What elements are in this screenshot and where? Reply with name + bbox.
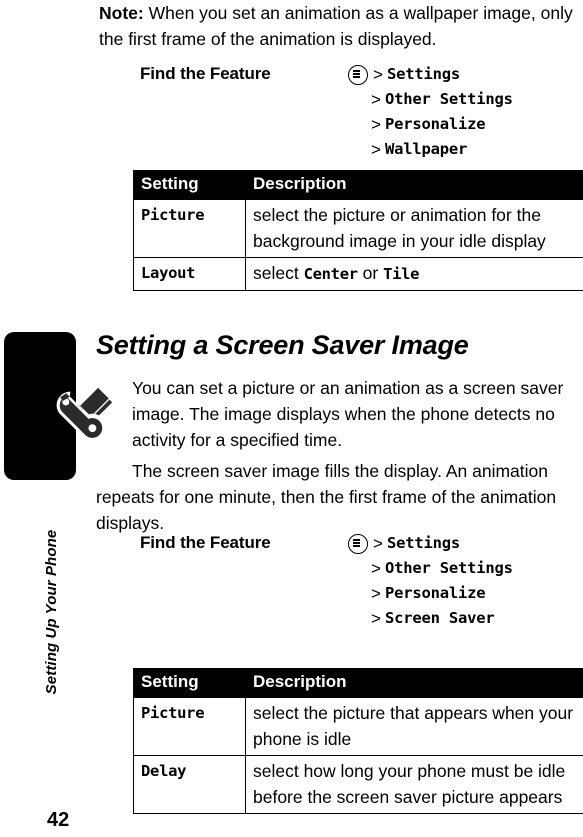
menu-path-item[interactable]: Other Settings [385, 556, 513, 581]
table-header-row: Setting Description [133, 170, 583, 200]
description-conjunction: or [357, 263, 384, 283]
body-paragraph-2: The screen saver image fills the display… [96, 460, 557, 533]
note-paragraph: Note: When you set an animation as a wal… [99, 0, 577, 52]
column-header-setting: Setting [133, 668, 246, 698]
menu-path-item[interactable]: Settings [387, 531, 460, 556]
setting-description: select the picture or animation for the … [245, 199, 583, 258]
note-text: When you set an animation as a wallpaper… [99, 3, 573, 49]
menu-path-row: > Settings [348, 62, 583, 87]
path-separator: > [373, 534, 383, 553]
chapter-running-head: Setting Up Your Phone [43, 529, 60, 695]
menu-path-row: > Personalize [348, 112, 583, 137]
setting-description: select the picture that appears when you… [245, 697, 583, 756]
menu-path-item[interactable]: Other Settings [385, 87, 513, 112]
menu-path-item[interactable]: Screen Saver [385, 606, 495, 631]
menu-path-item[interactable]: Wallpaper [385, 137, 467, 162]
screensaver-settings-table: Setting Description Picture select the p… [133, 668, 583, 814]
column-header-description: Description [245, 170, 583, 200]
description-option: Tile [383, 265, 420, 283]
menu-path-wallpaper: > Settings > Other Settings > Personaliz… [348, 62, 583, 162]
menu-path-item[interactable]: Settings [387, 62, 460, 87]
path-separator: > [371, 559, 381, 578]
setting-name: Delay [133, 755, 246, 814]
menu-path-screensaver: > Settings > Other Settings > Personaliz… [348, 531, 583, 631]
path-separator: > [373, 65, 383, 84]
menu-path-item[interactable]: Personalize [385, 112, 486, 137]
path-separator: > [371, 115, 381, 134]
wrench-screwdriver-icon [43, 378, 119, 454]
menu-path-row: > Settings [348, 531, 583, 556]
body-paragraph-1: You can set a picture or an animation as… [132, 377, 564, 450]
note-label: Note: [99, 3, 144, 23]
menu-path-row: > Other Settings [348, 87, 583, 112]
menu-key-icon[interactable] [348, 65, 368, 85]
table-header-row: Setting Description [133, 668, 583, 698]
menu-path-row: > Other Settings [348, 556, 583, 581]
menu-key-icon[interactable] [348, 534, 368, 554]
path-separator: > [371, 609, 381, 628]
path-separator: > [371, 90, 381, 109]
menu-path-row: > Wallpaper [348, 137, 583, 162]
find-the-feature-label: Find the Feature [140, 64, 271, 83]
setting-description: select how long your phone must be idle … [245, 755, 583, 814]
table-row: Picture select the picture or animation … [133, 199, 583, 258]
column-header-description: Description [245, 668, 583, 698]
table-row: Layout select Center or Tile [133, 257, 583, 291]
description-option: Center [303, 265, 359, 283]
path-separator: > [371, 584, 381, 603]
menu-path-row: > Personalize [348, 581, 583, 606]
setting-description: select Center or Tile [245, 257, 583, 291]
menu-path-row: > Screen Saver [348, 606, 583, 631]
page-number: 42 [47, 809, 70, 831]
path-separator: > [371, 140, 381, 159]
table-row: Delay select how long your phone must be… [133, 755, 583, 814]
menu-path-item[interactable]: Personalize [385, 581, 486, 606]
page-title: Setting a Screen Saver Image [96, 330, 469, 361]
setting-name: Layout [133, 257, 246, 291]
table-row: Picture select the picture that appears … [133, 697, 583, 756]
setting-name: Picture [133, 697, 246, 756]
wallpaper-settings-table: Setting Description Picture select the p… [133, 170, 583, 291]
description-prefix: select [253, 263, 304, 283]
column-header-setting: Setting [133, 170, 246, 200]
find-the-feature-label: Find the Feature [140, 533, 271, 552]
setting-name: Picture [133, 199, 246, 258]
